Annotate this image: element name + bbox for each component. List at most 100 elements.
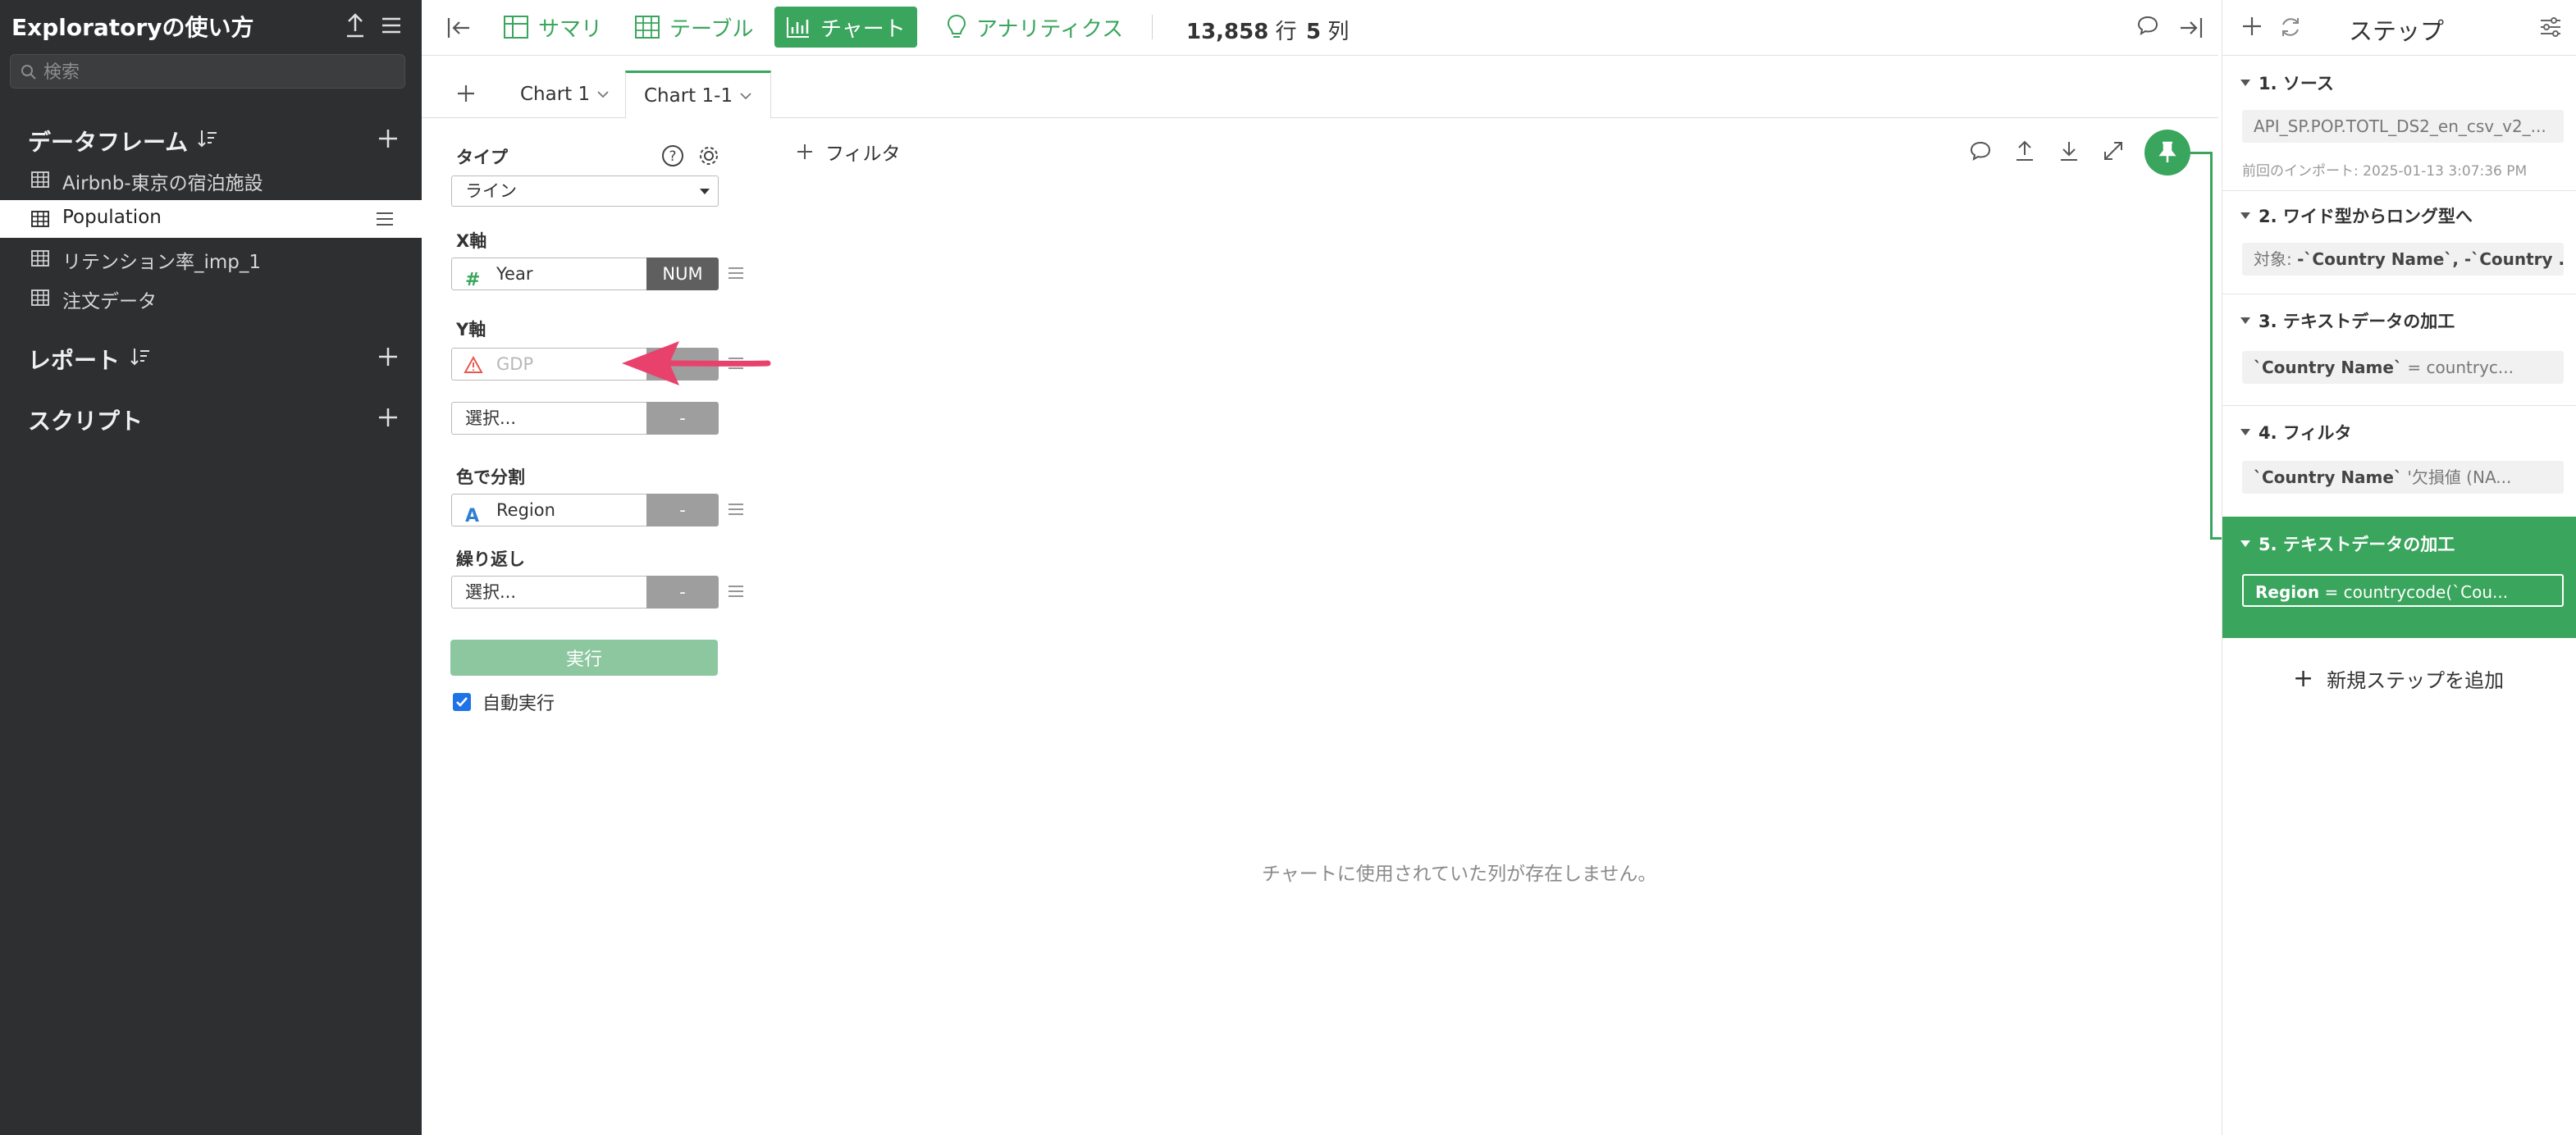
dataframes-section-header: データフレーム: [0, 118, 422, 157]
sidebar-header: Exploratoryの使い方: [0, 0, 422, 51]
step-summary[interactable]: `Country Name` '欠損値 (NA...: [2242, 461, 2564, 494]
step-import-time: 前回のインポート: 2025-01-13 3:07:36 PM: [2242, 163, 2528, 180]
add-step-label: 新規ステップを追加: [2327, 669, 2505, 692]
repeat-label: 繰り返し: [456, 549, 525, 569]
x-axis-field[interactable]: # Year NUM: [451, 258, 719, 290]
tab-chart[interactable]: チャート: [774, 7, 917, 48]
x-axis-column[interactable]: # Year: [451, 258, 646, 290]
color-menu-icon[interactable]: [727, 500, 745, 518]
comment-icon[interactable]: [1969, 139, 1992, 162]
x-axis-menu-icon[interactable]: [727, 264, 745, 282]
pin-button[interactable]: [2144, 130, 2190, 175]
color-column[interactable]: A Region: [451, 494, 646, 526]
x-axis-type-button[interactable]: NUM: [646, 258, 719, 290]
gear-icon[interactable]: [697, 144, 720, 167]
column-count: 5 列: [1306, 15, 1349, 45]
toolbar-divider: [1152, 15, 1153, 39]
step-summary[interactable]: Region = countrycode(`Cou...: [2242, 574, 2564, 607]
add-script-icon[interactable]: [376, 405, 400, 430]
y-axis-add-type-button[interactable]: -: [646, 402, 719, 435]
collapse-left-icon[interactable]: [445, 14, 473, 42]
column-count-value: 5: [1306, 20, 1322, 44]
step-3-text-transform[interactable]: 3. テキストデータの加工 `Country Name` = countryc.…: [2222, 308, 2576, 395]
triangle-down-icon: [2240, 429, 2250, 435]
download-icon[interactable]: [2058, 139, 2080, 162]
number-icon: #: [465, 270, 481, 290]
repeat-type-button[interactable]: -: [646, 576, 719, 609]
table-icon: [31, 211, 49, 227]
table-icon: [31, 250, 49, 267]
steps-title: ステップ: [2349, 17, 2445, 45]
repeat-menu-icon[interactable]: [727, 582, 745, 600]
pin-connector: [2210, 152, 2213, 539]
step-summary[interactable]: 対象: -`Country Name`, -`Country ...: [2242, 243, 2564, 276]
y-axis-column-name: GDP: [496, 354, 534, 374]
auto-run-checkbox[interactable]: 自動実行: [453, 689, 555, 715]
steps-panel: ステップ 1. ソース API_SP.POP.TOTL_DS2_en_csv_v…: [2222, 0, 2576, 1135]
chart-tab-label: Chart 1-1: [644, 84, 733, 107]
summary-icon: [504, 16, 528, 39]
step-title: 3. テキストデータの加工: [2240, 308, 2455, 333]
color-type-button[interactable]: -: [646, 494, 719, 526]
comment-icon[interactable]: [2136, 14, 2159, 37]
step-summary[interactable]: API_SP.POP.TOTL_DS2_en_csv_v2_...: [2242, 110, 2564, 143]
checkbox-checked-icon[interactable]: [453, 693, 471, 711]
expand-icon[interactable]: [2102, 139, 2125, 162]
row-count-value: 13,858: [1186, 20, 1269, 44]
scripts-section-header: スクリプト: [0, 397, 422, 436]
triangle-down-icon: [2240, 212, 2250, 219]
chart-type-select[interactable]: ライン: [451, 175, 719, 207]
triangle-down-icon: [2240, 540, 2250, 547]
color-field[interactable]: A Region -: [451, 494, 719, 526]
chevron-down-icon[interactable]: [596, 89, 610, 99]
settings-sliders-icon[interactable]: [2539, 16, 2562, 38]
dataframe-name: Population: [62, 207, 162, 228]
y-axis-select[interactable]: 選択...: [451, 402, 646, 435]
repeat-field[interactable]: 選択... -: [451, 576, 719, 609]
tab-summary-label: サマリ: [538, 16, 603, 42]
step-4-filter[interactable]: 4. フィルタ `Country Name` '欠損値 (NA...: [2222, 420, 2576, 507]
step-2-gather[interactable]: 2. ワイド型からロング型へ 対象: -`Country Name`, -`Co…: [2222, 203, 2576, 290]
add-new-step-button[interactable]: + 新規ステップを追加: [2293, 664, 2504, 693]
dataframe-item-population[interactable]: Population: [0, 200, 422, 238]
type-label: タイプ: [456, 148, 508, 167]
dataframe-menu-icon[interactable]: [374, 208, 395, 230]
dataframe-item-airbnb[interactable]: Airbnb-東京の宿泊施設: [0, 161, 422, 198]
y-axis-column[interactable]: GDP: [451, 348, 646, 381]
refresh-icon[interactable]: [2278, 15, 2303, 39]
run-button[interactable]: 実行: [450, 640, 718, 676]
add-chart-icon[interactable]: [454, 82, 477, 105]
add-report-icon[interactable]: [376, 344, 400, 369]
y-axis-add-field[interactable]: 選択... -: [451, 402, 719, 435]
tab-table[interactable]: テーブル: [623, 7, 765, 48]
caret-down-icon: [700, 189, 710, 194]
tab-analytics[interactable]: アナリティクス: [935, 7, 1135, 48]
color-column-name: Region: [496, 500, 555, 520]
sort-icon[interactable]: [130, 346, 151, 367]
plus-icon: [797, 144, 812, 159]
dataframe-item-retention[interactable]: リテンション率_imp_1: [0, 239, 422, 277]
step-5-text-transform[interactable]: 5. テキストデータの加工 Region = countrycode(`Cou.…: [2222, 517, 2576, 638]
step-1-source[interactable]: 1. ソース API_SP.POP.TOTL_DS2_en_csv_v2_...…: [2222, 71, 2576, 185]
repeat-select[interactable]: 選択...: [451, 576, 646, 609]
filter-button[interactable]: フィルタ: [796, 138, 901, 166]
dataframe-name: リテンション率_imp_1: [62, 252, 262, 273]
add-step-icon[interactable]: [2240, 15, 2263, 38]
tab-summary[interactable]: サマリ: [492, 7, 614, 48]
help-icon[interactable]: ?: [661, 144, 684, 167]
step-summary[interactable]: `Country Name` = countryc...: [2242, 351, 2564, 384]
export-icon[interactable]: [2013, 139, 2036, 162]
triangle-down-icon: [2240, 317, 2250, 324]
tab-chart-1[interactable]: Chart 1: [502, 71, 628, 118]
sort-icon[interactable]: [197, 128, 218, 149]
dataframe-item-orders[interactable]: 注文データ: [0, 279, 422, 317]
tab-chart-1-1[interactable]: Chart 1-1: [625, 71, 772, 119]
scripts-label: スクリプト: [28, 408, 144, 435]
table-icon: [635, 16, 660, 39]
hamburger-menu-icon[interactable]: [377, 11, 405, 39]
search-input[interactable]: [43, 60, 396, 84]
add-dataframe-icon[interactable]: [376, 126, 400, 151]
upload-icon[interactable]: [343, 11, 368, 39]
collapse-right-icon[interactable]: [2177, 14, 2205, 42]
chevron-down-icon[interactable]: [739, 91, 752, 101]
